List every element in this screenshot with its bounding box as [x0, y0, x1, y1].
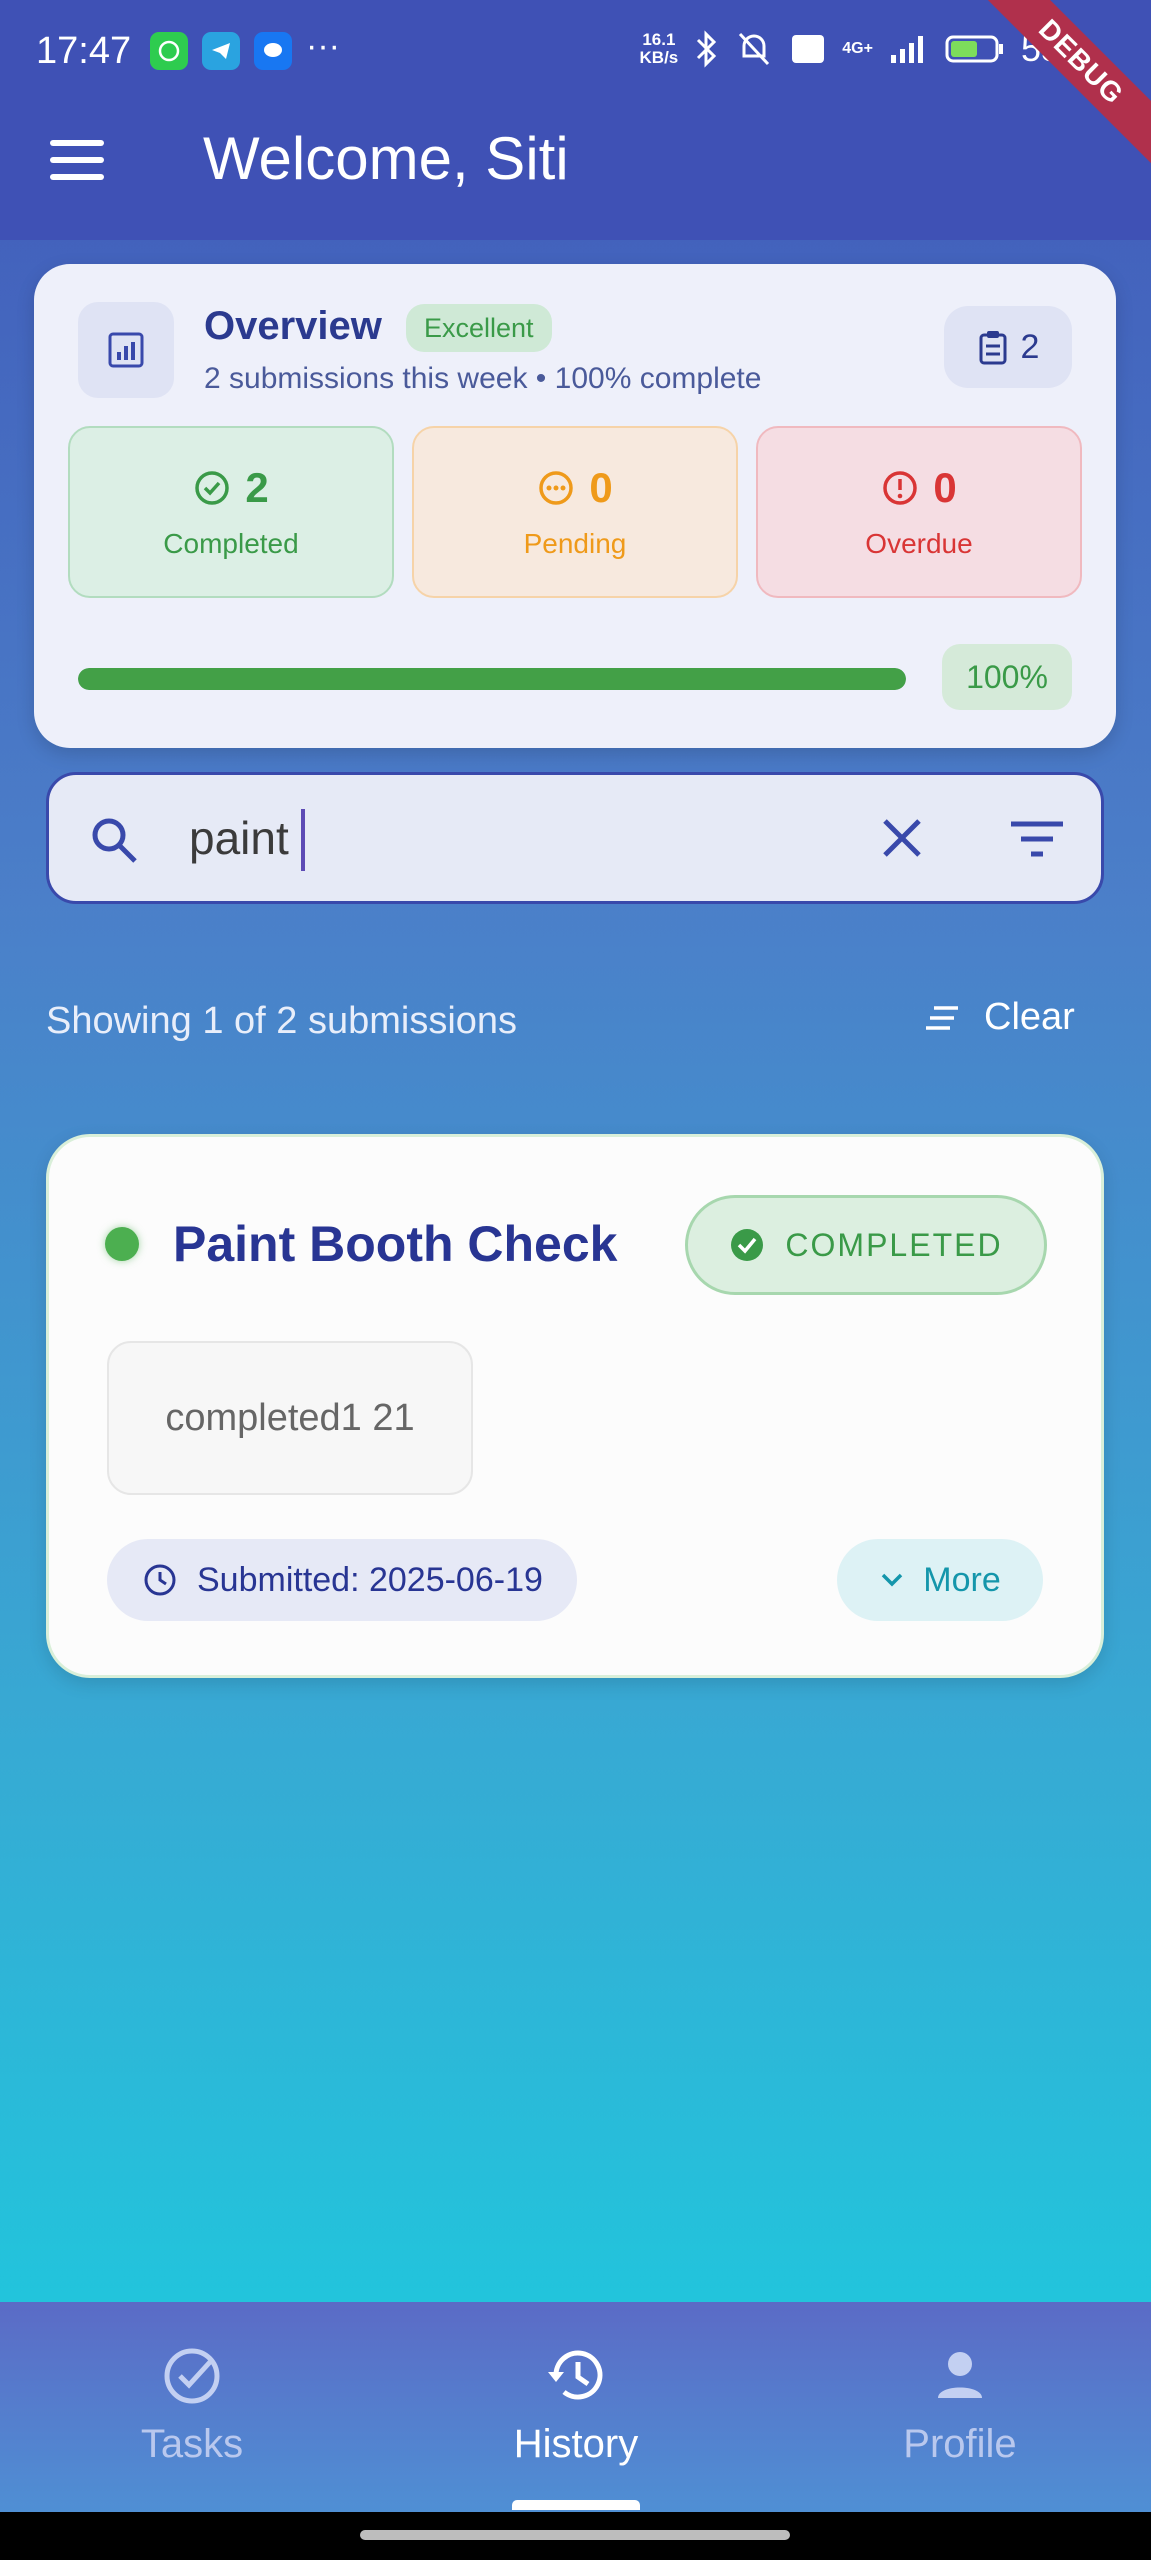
clear-label: Clear: [984, 996, 1075, 1038]
more-notifications-icon: ···: [306, 27, 340, 65]
app-header: 17:47 ··· 16.1 KB/s 4G+ 55 DEBUG Welcome…: [0, 0, 1151, 240]
nav-profile[interactable]: Profile: [840, 2344, 1080, 2467]
stat-pending-value: 0: [589, 464, 613, 511]
submission-count-badge: 2: [944, 306, 1072, 388]
hamburger-menu-icon[interactable]: [50, 140, 110, 184]
stat-pending: 0 Pending: [412, 426, 738, 598]
stat-completed-label: Completed: [163, 528, 299, 559]
check-circle-icon: [195, 471, 230, 505]
text-cursor: [301, 809, 305, 871]
debug-banner: DEBUG: [973, 0, 1151, 170]
chevron-down-icon: [882, 1573, 903, 1587]
mute-icon: [739, 32, 770, 66]
home-gesture-handle[interactable]: [360, 2530, 790, 2540]
stat-overdue-value: 0: [933, 464, 957, 511]
stat-completed-value: 2: [245, 464, 269, 511]
nav-history[interactable]: History: [456, 2344, 696, 2467]
clock-icon: [144, 1564, 176, 1596]
performance-badge: Excellent: [406, 304, 552, 352]
active-tab-indicator: [512, 2500, 640, 2510]
status-dot: [105, 1227, 139, 1261]
analytics-icon: [78, 302, 174, 398]
stat-pending-label: Pending: [523, 528, 627, 559]
network-speed: 16.1 KB/s: [639, 30, 679, 67]
stat-overdue: 0 Overdue: [756, 426, 1082, 598]
signal-icon: [890, 36, 923, 63]
stat-overdue-label: Overdue: [865, 528, 973, 559]
clear-all-icon: [926, 1005, 958, 1030]
progress-bar: [78, 668, 906, 690]
progress-percent: 100%: [942, 644, 1072, 710]
status-time: 17:47: [36, 30, 132, 72]
progress-fill: [78, 668, 906, 690]
page-title: Welcome, Siti: [203, 125, 569, 192]
overview-title: Overview: [204, 304, 382, 348]
more-circle-icon: [539, 471, 574, 505]
results-summary: Showing 1 of 2 submissions: [46, 1000, 518, 1042]
submission-title: Paint Booth Check: [173, 1216, 618, 1272]
bluetooth-icon: [697, 30, 717, 68]
status-system-icons: 16.1 KB/s 4G+ 55: [640, 28, 1061, 70]
clear-search-icon[interactable]: [879, 815, 925, 861]
check-circle-filled-icon: [731, 1229, 764, 1261]
more-button[interactable]: More: [837, 1539, 1043, 1621]
stat-completed: 2 Completed: [68, 426, 394, 598]
search-bar: [46, 772, 1104, 904]
volte-icon: [792, 35, 825, 63]
nav-tasks[interactable]: Tasks: [72, 2344, 312, 2467]
clipboard-icon: [979, 331, 1007, 365]
network-type: 4G+: [842, 40, 873, 57]
search-icon: [92, 818, 137, 863]
alert-circle-icon: [883, 471, 918, 505]
submission-card[interactable]: Paint Booth Check COMPLETED completed1 2…: [46, 1134, 1104, 1678]
messenger-icon: [254, 32, 292, 70]
whatsapp-icon: [150, 32, 188, 70]
battery-icon: [945, 35, 1003, 63]
telegram-icon: [202, 32, 240, 70]
submission-chip: completed1 21: [107, 1341, 473, 1495]
person-icon: [938, 2352, 982, 2398]
history-icon: [548, 2350, 603, 2400]
clear-filters-button[interactable]: Clear: [926, 996, 1075, 1039]
status-notification-icons: ···: [150, 27, 340, 70]
submitted-date: Submitted: 2025-06-19: [107, 1539, 577, 1621]
filter-icon[interactable]: [1009, 819, 1065, 859]
status-badge: COMPLETED: [685, 1195, 1047, 1295]
check-circle-icon: [164, 2348, 220, 2404]
overview-card: Overview Excellent 2 submissions this we…: [34, 264, 1116, 748]
overview-subtitle: 2 submissions this week • 100% complete: [204, 362, 762, 395]
bottom-navigation: Tasks History Profile: [0, 2302, 1151, 2512]
search-input[interactable]: [189, 805, 889, 871]
